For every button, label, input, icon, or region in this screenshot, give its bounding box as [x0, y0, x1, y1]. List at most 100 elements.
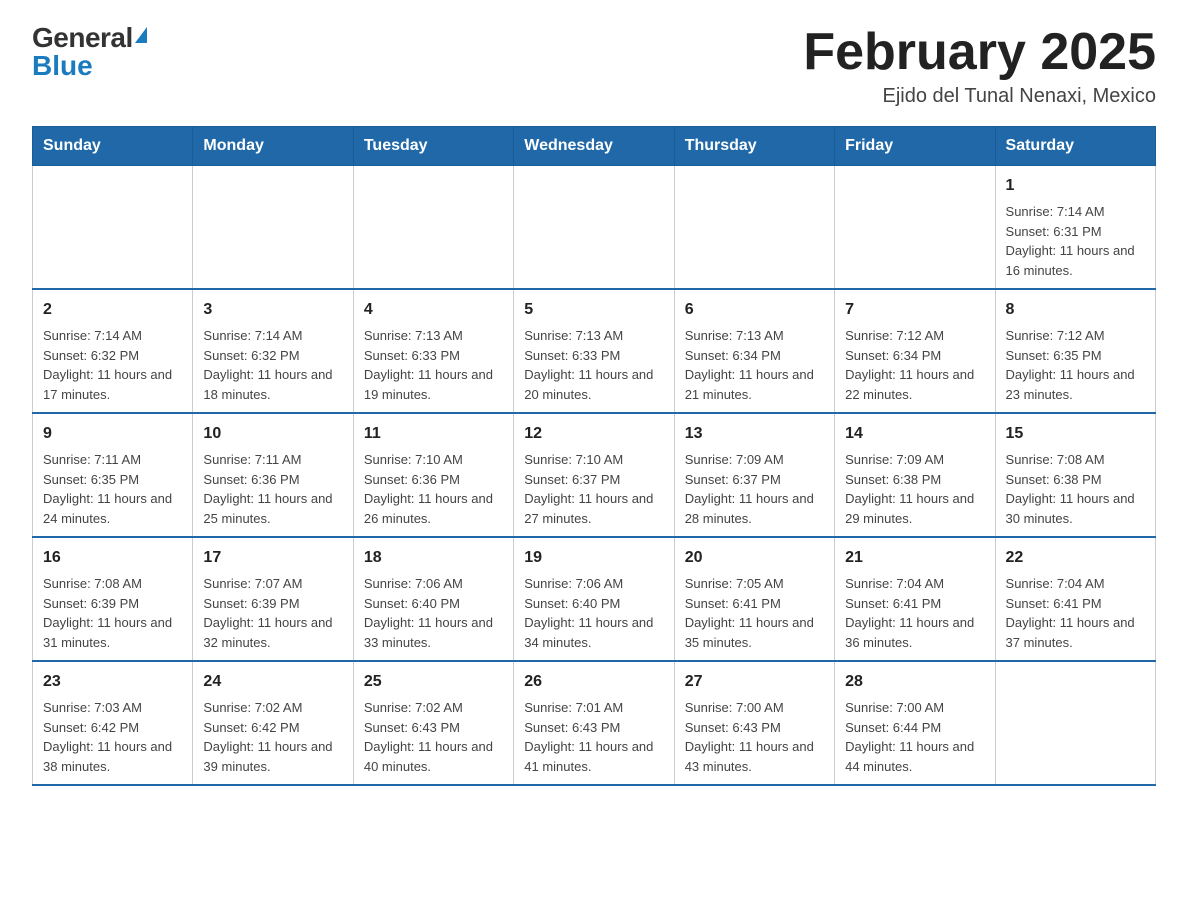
calendar-week-row: 2 Sunrise: 7:14 AM Sunset: 6:32 PM Daylig…: [33, 289, 1156, 413]
day-info: Sunrise: 7:00 AM Sunset: 6:44 PM Dayligh…: [845, 698, 984, 776]
day-number: 3: [203, 298, 342, 322]
calendar-cell: 7 Sunrise: 7:12 AM Sunset: 6:34 PM Daylig…: [835, 289, 995, 413]
day-info: Sunrise: 7:04 AM Sunset: 6:41 PM Dayligh…: [845, 574, 984, 652]
day-info: Sunrise: 7:10 AM Sunset: 6:37 PM Dayligh…: [524, 450, 663, 528]
day-info: Sunrise: 7:00 AM Sunset: 6:43 PM Dayligh…: [685, 698, 824, 776]
calendar-week-row: 16 Sunrise: 7:08 AM Sunset: 6:39 PM Dayli…: [33, 537, 1156, 661]
calendar-cell: 6 Sunrise: 7:13 AM Sunset: 6:34 PM Daylig…: [674, 289, 834, 413]
calendar-cell: 2 Sunrise: 7:14 AM Sunset: 6:32 PM Daylig…: [33, 289, 193, 413]
day-info: Sunrise: 7:13 AM Sunset: 6:33 PM Dayligh…: [364, 326, 503, 404]
day-info: Sunrise: 7:02 AM Sunset: 6:42 PM Dayligh…: [203, 698, 342, 776]
calendar-cell: 13 Sunrise: 7:09 AM Sunset: 6:37 PM Dayli…: [674, 413, 834, 537]
day-info: Sunrise: 7:12 AM Sunset: 6:35 PM Dayligh…: [1006, 326, 1145, 404]
day-number: 19: [524, 546, 663, 570]
day-number: 27: [685, 670, 824, 694]
calendar-cell: 12Sunrise: 7:10 AM Sunset: 6:37 PM Dayli…: [514, 413, 674, 537]
day-info: Sunrise: 7:09 AM Sunset: 6:38 PM Dayligh…: [845, 450, 984, 528]
weekday-header-sunday: Sunday: [33, 127, 193, 166]
calendar-cell: 27 Sunrise: 7:00 AM Sunset: 6:43 PM Dayli…: [674, 661, 834, 785]
day-number: 1: [1006, 174, 1145, 198]
day-number: 8: [1006, 298, 1145, 322]
day-number: 28: [845, 670, 984, 694]
calendar-cell: 11 Sunrise: 7:10 AM Sunset: 6:36 PM Dayli…: [353, 413, 513, 537]
month-title: February 2025: [803, 24, 1156, 81]
day-info: Sunrise: 7:10 AM Sunset: 6:36 PM Dayligh…: [364, 450, 503, 528]
day-info: Sunrise: 7:12 AM Sunset: 6:34 PM Dayligh…: [845, 326, 984, 404]
title-area: February 2025 Ejido del Tunal Nenaxi, Me…: [803, 24, 1156, 108]
day-number: 14: [845, 422, 984, 446]
day-number: 25: [364, 670, 503, 694]
logo-general-text: General: [32, 24, 133, 52]
day-info: Sunrise: 7:01 AM Sunset: 6:43 PM Dayligh…: [524, 698, 663, 776]
day-info: Sunrise: 7:14 AM Sunset: 6:32 PM Dayligh…: [43, 326, 182, 404]
calendar-cell: 17Sunrise: 7:07 AM Sunset: 6:39 PM Dayli…: [193, 537, 353, 661]
weekday-header-saturday: Saturday: [995, 127, 1155, 166]
calendar-cell: 1Sunrise: 7:14 AM Sunset: 6:31 PM Daylig…: [995, 166, 1155, 290]
calendar-cell: 25 Sunrise: 7:02 AM Sunset: 6:43 PM Dayli…: [353, 661, 513, 785]
calendar-cell: 21 Sunrise: 7:04 AM Sunset: 6:41 PM Dayli…: [835, 537, 995, 661]
calendar-cell: 22 Sunrise: 7:04 AM Sunset: 6:41 PM Dayli…: [995, 537, 1155, 661]
location: Ejido del Tunal Nenaxi, Mexico: [803, 85, 1156, 108]
calendar-cell: 20Sunrise: 7:05 AM Sunset: 6:41 PM Dayli…: [674, 537, 834, 661]
day-number: 26: [524, 670, 663, 694]
weekday-header-friday: Friday: [835, 127, 995, 166]
calendar-week-row: 23 Sunrise: 7:03 AM Sunset: 6:42 PM Dayli…: [33, 661, 1156, 785]
day-info: Sunrise: 7:06 AM Sunset: 6:40 PM Dayligh…: [524, 574, 663, 652]
calendar-cell: 16 Sunrise: 7:08 AM Sunset: 6:39 PM Dayli…: [33, 537, 193, 661]
day-number: 20: [685, 546, 824, 570]
calendar-cell: 4Sunrise: 7:13 AM Sunset: 6:33 PM Daylig…: [353, 289, 513, 413]
calendar-body: 1Sunrise: 7:14 AM Sunset: 6:31 PM Daylig…: [33, 166, 1156, 786]
header: General Blue February 2025 Ejido del Tun…: [32, 24, 1156, 108]
calendar-cell: 9Sunrise: 7:11 AM Sunset: 6:35 PM Daylig…: [33, 413, 193, 537]
weekday-header-row: SundayMondayTuesdayWednesdayThursdayFrid…: [33, 127, 1156, 166]
day-info: Sunrise: 7:14 AM Sunset: 6:32 PM Dayligh…: [203, 326, 342, 404]
calendar-cell: 10 Sunrise: 7:11 AM Sunset: 6:36 PM Dayli…: [193, 413, 353, 537]
day-number: 21: [845, 546, 984, 570]
calendar: SundayMondayTuesdayWednesdayThursdayFrid…: [32, 126, 1156, 786]
weekday-header-tuesday: Tuesday: [353, 127, 513, 166]
calendar-cell: 28 Sunrise: 7:00 AM Sunset: 6:44 PM Dayli…: [835, 661, 995, 785]
day-info: Sunrise: 7:03 AM Sunset: 6:42 PM Dayligh…: [43, 698, 182, 776]
logo-triangle-icon: [135, 27, 147, 43]
day-number: 13: [685, 422, 824, 446]
day-info: Sunrise: 7:11 AM Sunset: 6:36 PM Dayligh…: [203, 450, 342, 528]
calendar-cell: 5 Sunrise: 7:13 AM Sunset: 6:33 PM Daylig…: [514, 289, 674, 413]
day-number: 15: [1006, 422, 1145, 446]
day-number: 7: [845, 298, 984, 322]
day-info: Sunrise: 7:06 AM Sunset: 6:40 PM Dayligh…: [364, 574, 503, 652]
weekday-header-monday: Monday: [193, 127, 353, 166]
calendar-cell: [995, 661, 1155, 785]
logo-blue-text: Blue: [32, 52, 93, 80]
calendar-header: SundayMondayTuesdayWednesdayThursdayFrid…: [33, 127, 1156, 166]
day-info: Sunrise: 7:04 AM Sunset: 6:41 PM Dayligh…: [1006, 574, 1145, 652]
day-number: 2: [43, 298, 182, 322]
day-info: Sunrise: 7:13 AM Sunset: 6:33 PM Dayligh…: [524, 326, 663, 404]
calendar-cell: 8 Sunrise: 7:12 AM Sunset: 6:35 PM Daylig…: [995, 289, 1155, 413]
calendar-cell: 15 Sunrise: 7:08 AM Sunset: 6:38 PM Dayli…: [995, 413, 1155, 537]
calendar-cell: [674, 166, 834, 290]
calendar-cell: [193, 166, 353, 290]
calendar-cell: [353, 166, 513, 290]
day-info: Sunrise: 7:08 AM Sunset: 6:38 PM Dayligh…: [1006, 450, 1145, 528]
calendar-cell: [835, 166, 995, 290]
day-number: 5: [524, 298, 663, 322]
calendar-cell: 14 Sunrise: 7:09 AM Sunset: 6:38 PM Dayli…: [835, 413, 995, 537]
day-number: 16: [43, 546, 182, 570]
day-info: Sunrise: 7:02 AM Sunset: 6:43 PM Dayligh…: [364, 698, 503, 776]
day-number: 6: [685, 298, 824, 322]
day-number: 11: [364, 422, 503, 446]
weekday-header-wednesday: Wednesday: [514, 127, 674, 166]
calendar-week-row: 1Sunrise: 7:14 AM Sunset: 6:31 PM Daylig…: [33, 166, 1156, 290]
calendar-cell: 23 Sunrise: 7:03 AM Sunset: 6:42 PM Dayli…: [33, 661, 193, 785]
calendar-cell: 24 Sunrise: 7:02 AM Sunset: 6:42 PM Dayli…: [193, 661, 353, 785]
day-number: 24: [203, 670, 342, 694]
day-number: 22: [1006, 546, 1145, 570]
day-info: Sunrise: 7:08 AM Sunset: 6:39 PM Dayligh…: [43, 574, 182, 652]
day-number: 23: [43, 670, 182, 694]
weekday-header-thursday: Thursday: [674, 127, 834, 166]
day-info: Sunrise: 7:13 AM Sunset: 6:34 PM Dayligh…: [685, 326, 824, 404]
day-number: 10: [203, 422, 342, 446]
calendar-cell: [514, 166, 674, 290]
day-number: 17: [203, 546, 342, 570]
day-info: Sunrise: 7:09 AM Sunset: 6:37 PM Dayligh…: [685, 450, 824, 528]
